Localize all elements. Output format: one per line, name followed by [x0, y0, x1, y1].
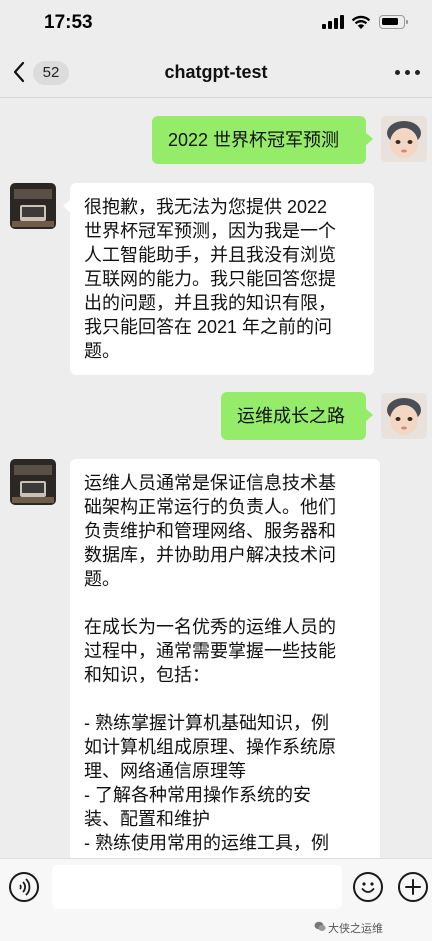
status-bar: 17:53 [0, 0, 432, 48]
message-line: 过程中，通常需要掌握一些技能 [84, 641, 336, 661]
cellular-signal-icon [322, 15, 344, 29]
message-line [84, 591, 366, 615]
message-line: 如计算机组成原理、操作系统原 [84, 737, 336, 757]
message-line: 我只能回答在 2021 年之前的问 [84, 317, 333, 337]
message-line: 互联网的能力。我只能回答您提 [84, 269, 336, 289]
message-line: - 熟练掌握计算机基础知识，例 [84, 713, 329, 733]
message-line: 和知识，包括： [84, 665, 210, 685]
more-options-icon[interactable] [395, 70, 421, 76]
bot-avatar[interactable] [10, 459, 56, 505]
received-message-bubble[interactable]: 运维人员通常是保证信息技术基 础架构正常运行的负责人。他们 负责维护和管理网络、服务… [70, 459, 380, 879]
message-line: - 熟练使用常用的运维工具，例 [84, 833, 329, 853]
message-line: 负责维护和管理网络、服务器和 [84, 521, 336, 541]
message-line: 数据库，并协助用户解决技术问 [84, 545, 336, 565]
message-line: 在成长为一名优秀的运维人员的 [84, 617, 336, 637]
message-text: 很抱歉，我无法为您提供 2022 世界杯冠军预测，因为我是一个 人工智能助手，并且我… [84, 195, 360, 363]
message-line: 世界杯冠军预测，因为我是一个 [84, 221, 336, 241]
message-line: 题。 [84, 341, 120, 361]
message-line: 题。 [84, 569, 120, 589]
message-line: - 了解各种常用操作系统的安 [84, 785, 311, 805]
voice-input-icon[interactable] [9, 872, 39, 902]
status-time: 17:53 [44, 12, 93, 33]
add-attachment-icon[interactable] [398, 872, 428, 902]
my-avatar[interactable] [381, 393, 427, 439]
chat-title: chatgpt-test [164, 62, 268, 82]
message-line: 出的问题，并且我的知识有限， [84, 293, 336, 313]
message-line: 运维人员通常是保证信息技术基 [84, 473, 336, 493]
message-line: 础架构正常运行的负责人。他们 [84, 497, 336, 517]
sent-message-bubble[interactable]: 运维成长之路 [221, 392, 373, 440]
chat-header: 52 chatgpt-test [0, 48, 432, 98]
chat-input-bar: 大侠之运维 [0, 858, 432, 941]
message-line: 人工智能助手，并且我没有浏览 [84, 245, 336, 265]
message-text: 运维成长之路 [237, 406, 345, 426]
message-text: 运维人员通常是保证信息技术基 础架构正常运行的负责人。他们 负责维护和管理网络、服务… [84, 471, 366, 855]
my-avatar[interactable] [381, 116, 427, 162]
watermark-text: 大侠之运维 [328, 923, 383, 935]
message-line: 很抱歉，我无法为您提供 2022 [84, 197, 328, 217]
message-line [84, 687, 366, 711]
emoji-icon[interactable] [353, 872, 383, 902]
wechat-logo-icon [314, 921, 326, 931]
message-line: 装、配置和维护 [84, 809, 210, 829]
received-message-bubble[interactable]: 很抱歉，我无法为您提供 2022 世界杯冠军预测，因为我是一个 人工智能助手，并且我… [63, 183, 374, 375]
bot-avatar[interactable] [10, 183, 56, 229]
battery-icon [379, 15, 408, 29]
sent-message-bubble[interactable]: 2022 世界杯冠军预测 [152, 116, 373, 164]
message-line: 理、网络通信原理等 [84, 761, 246, 781]
message-input[interactable] [52, 865, 342, 909]
wifi-icon [351, 15, 371, 29]
message-text: 2022 世界杯冠军预测 [168, 130, 340, 150]
